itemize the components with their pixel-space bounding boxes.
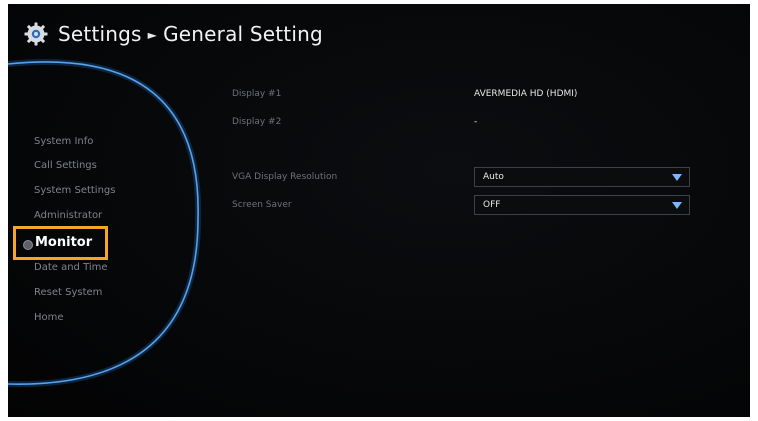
sidebar-item-monitor[interactable]: Monitor: [35, 235, 92, 250]
sidebar-item-call-settings[interactable]: Call Settings: [34, 160, 97, 171]
vga-resolution-dropdown[interactable]: Auto: [474, 167, 690, 187]
chevron-down-icon: [672, 174, 682, 181]
active-item-bullet-icon: [23, 240, 33, 250]
sidebar-item-administrator[interactable]: Administrator: [34, 210, 102, 221]
breadcrumb-separator-icon: ►: [147, 28, 158, 42]
header: Settings ► General Setting: [24, 18, 323, 50]
screen-saver-label: Screen Saver: [232, 200, 292, 210]
settings-screen: Settings ► General Setting System Info Cal…: [8, 4, 750, 417]
screen-saver-dropdown[interactable]: OFF: [474, 195, 690, 215]
display-1-value: AVERMEDIA HD (HDMI): [474, 89, 578, 99]
vga-resolution-label: VGA Display Resolution: [232, 172, 338, 182]
gear-icon: [24, 22, 48, 46]
display-2-value: -: [474, 117, 478, 127]
breadcrumb-general-setting: General Setting: [163, 22, 323, 46]
page-title: Settings ► General Setting: [58, 22, 323, 46]
sidebar-item-home[interactable]: Home: [34, 312, 64, 323]
display-2-label: Display #2: [232, 117, 282, 127]
sidebar-item-system-settings[interactable]: System Settings: [34, 185, 115, 196]
screen-saver-value: OFF: [483, 200, 501, 210]
sidebar-item-date-and-time[interactable]: Date and Time: [34, 262, 108, 273]
breadcrumb-settings[interactable]: Settings: [58, 22, 142, 46]
vga-resolution-value: Auto: [483, 172, 504, 182]
chevron-down-icon: [672, 202, 682, 209]
sidebar-item-reset-system[interactable]: Reset System: [34, 287, 102, 298]
display-1-label: Display #1: [232, 89, 282, 99]
sidebar-item-system-info[interactable]: System Info: [34, 136, 93, 147]
